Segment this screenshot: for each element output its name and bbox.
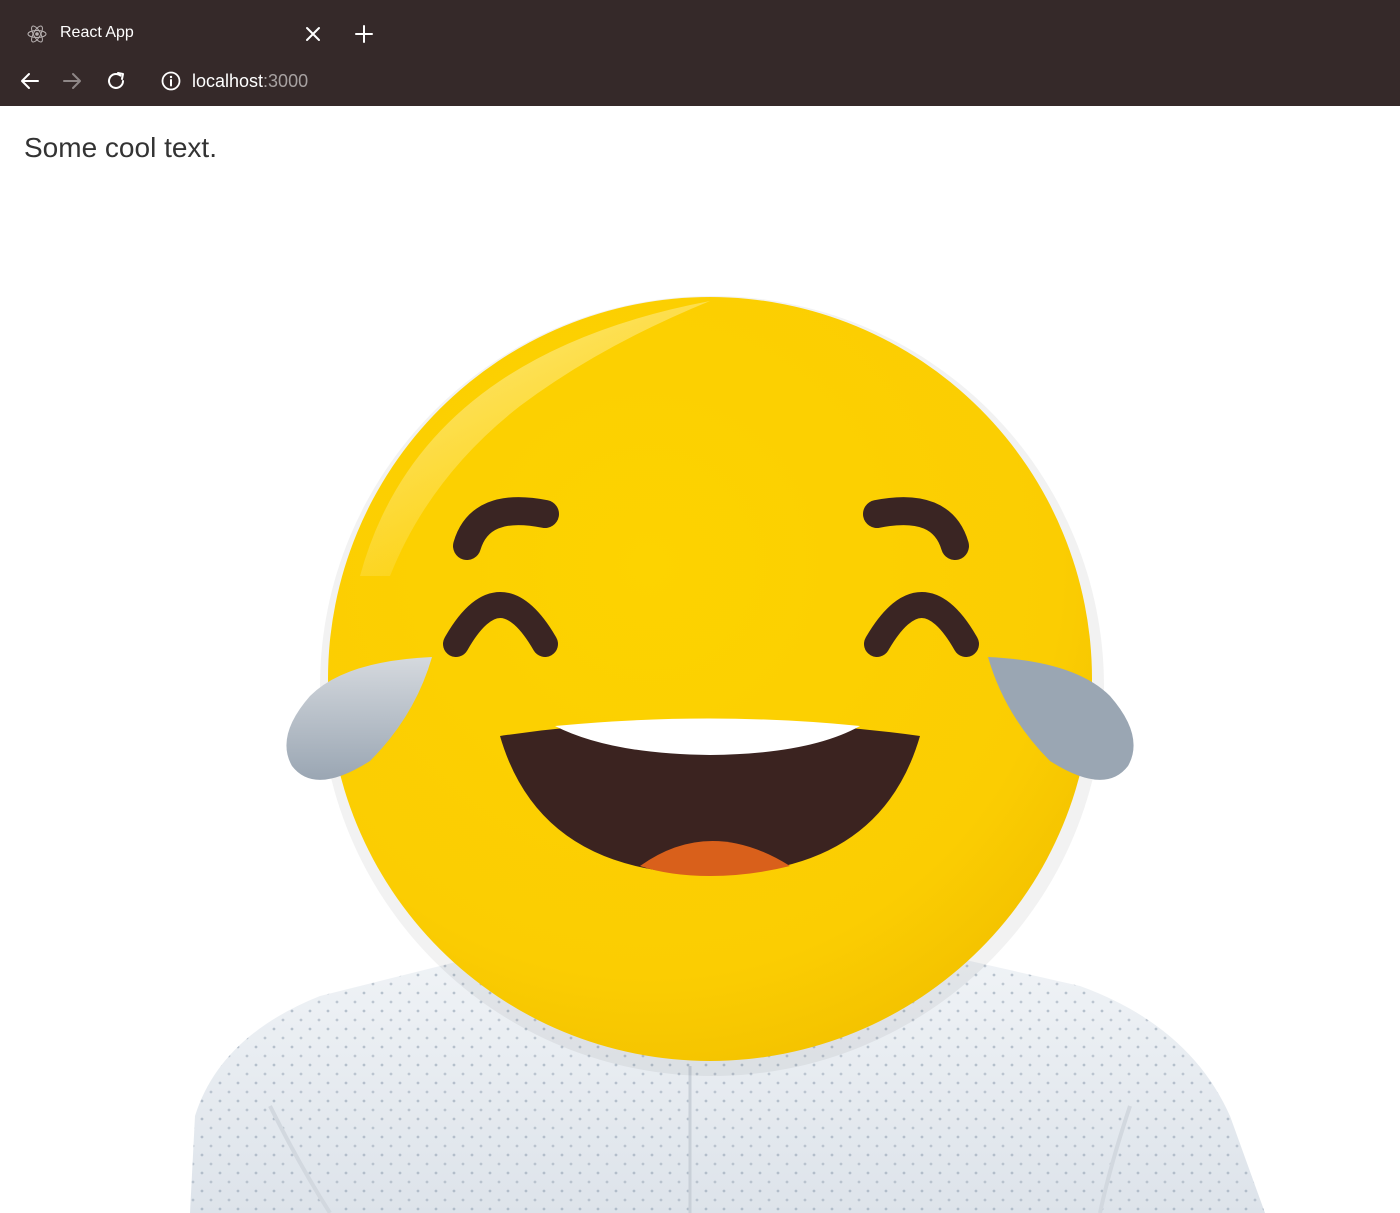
- laughing-emoji-person-image: [190, 296, 1265, 1213]
- url-port: :3000: [263, 71, 309, 91]
- tab-react-app[interactable]: React App: [14, 14, 334, 54]
- page-content: Some cool text.: [0, 106, 1400, 1213]
- url-text[interactable]: localhost:3000: [192, 71, 308, 92]
- arrow-left-icon[interactable]: [18, 69, 42, 93]
- browser-toolbar: React App localhost:3000: [0, 0, 1400, 106]
- address-bar[interactable]: localhost:3000: [150, 62, 750, 100]
- arrow-right-icon[interactable]: [60, 69, 84, 93]
- tab-title: React App: [60, 24, 134, 41]
- reload-icon[interactable]: [104, 69, 128, 93]
- plus-icon[interactable]: [352, 22, 376, 46]
- url-host: localhost: [192, 71, 264, 91]
- page-text: Some cool text.: [24, 132, 217, 163]
- react-logo-icon: [27, 25, 47, 43]
- info-icon[interactable]: [160, 70, 182, 92]
- close-icon[interactable]: [302, 23, 324, 45]
